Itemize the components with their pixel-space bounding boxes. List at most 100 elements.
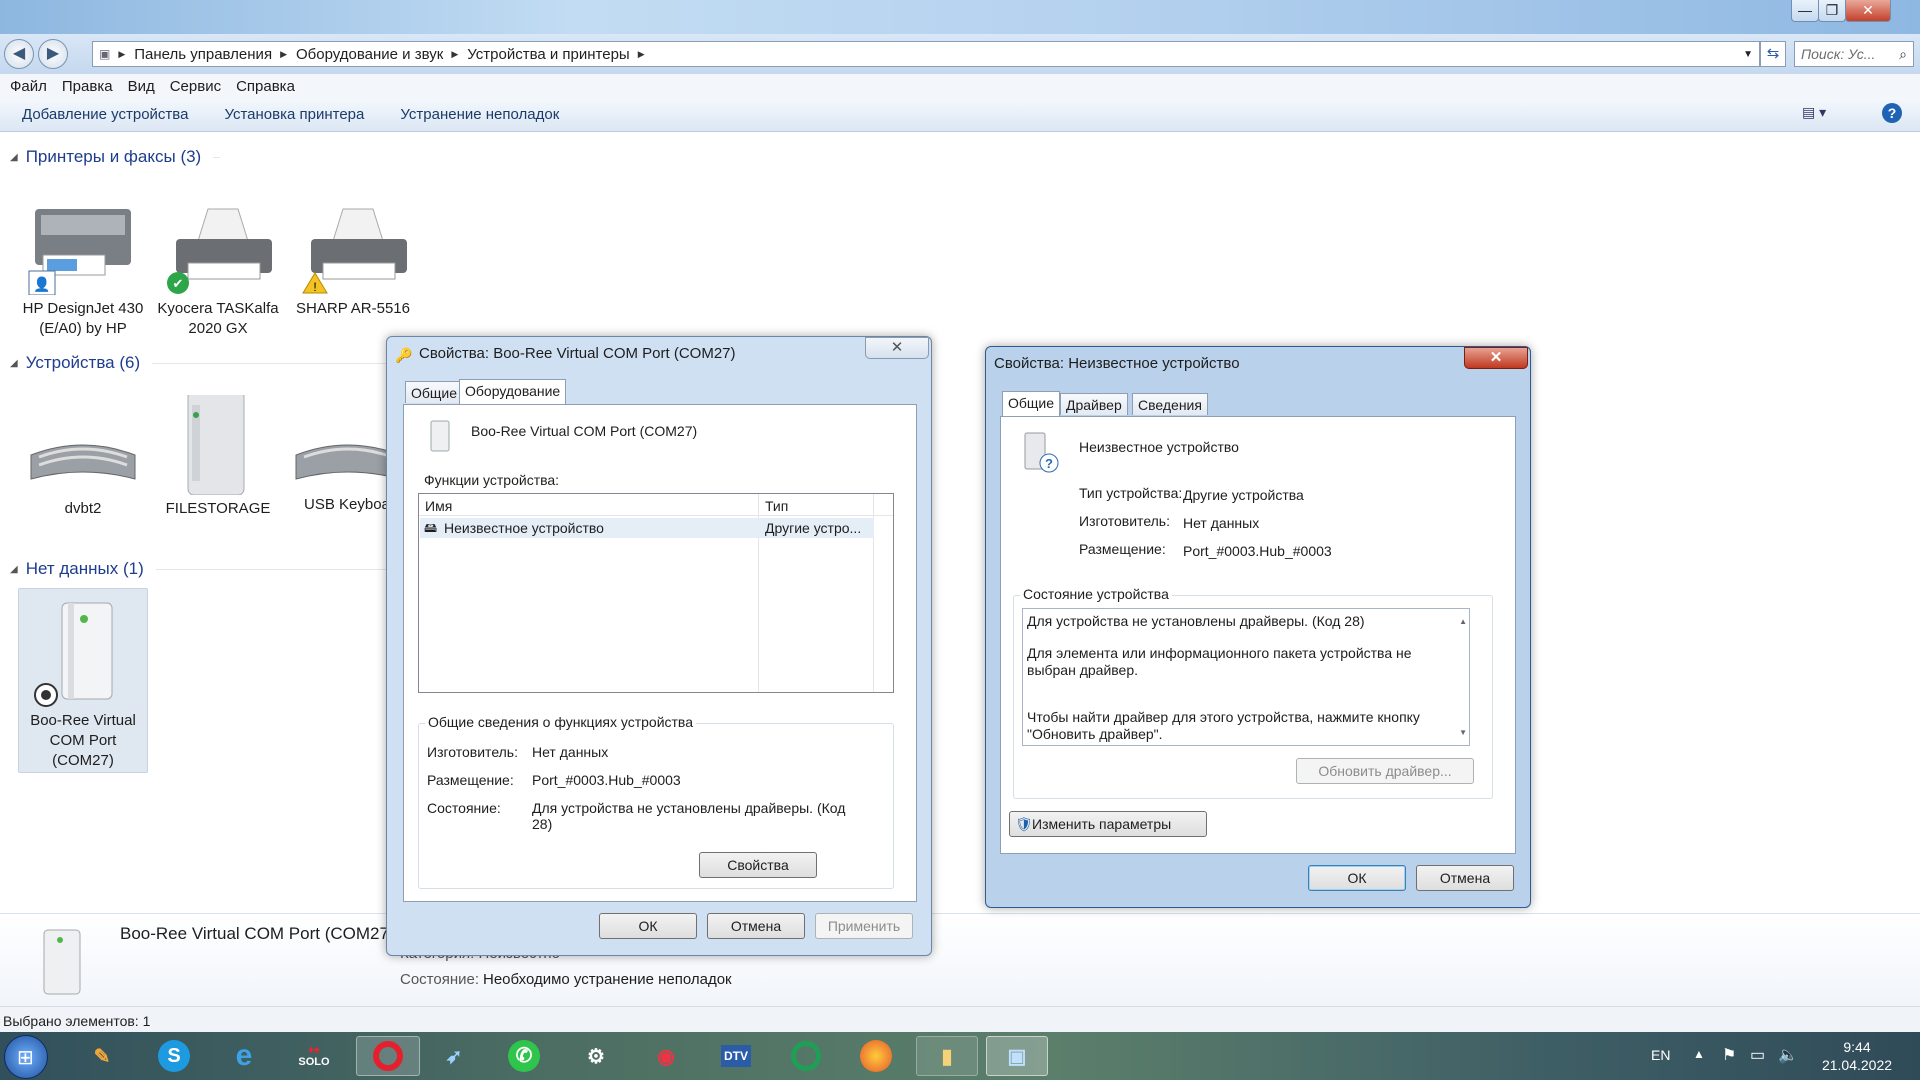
menu-tools[interactable]: Сервис — [170, 78, 221, 95]
address-row: ◀ ▶ ▣ ▶ Панель управления ▶ Оборудование и… — [0, 34, 1920, 74]
taskbar-app-eye-icon[interactable]: ◉ — [642, 1036, 690, 1076]
add-printer-button[interactable]: Установка принтера — [224, 106, 364, 123]
window-titlebar — [0, 0, 1920, 34]
device-status-group: Состояние устройства Для устройства не у… — [1013, 586, 1493, 799]
column-name[interactable]: Имя — [425, 498, 452, 514]
dialog-close-button[interactable]: ✕ — [865, 337, 929, 359]
taskbar-ie-icon[interactable]: e — [220, 1036, 268, 1076]
address-dropdown-icon[interactable]: ▼ — [1743, 49, 1753, 60]
cancel-button[interactable]: Отмена — [707, 913, 805, 939]
taskbar-app-green-icon[interactable] — [782, 1036, 830, 1076]
taskbar-opera-icon[interactable] — [356, 1036, 420, 1076]
unknown-device-icon: ? — [1024, 432, 1059, 473]
printer-hp-designjet[interactable]: 👤 HP DesignJet 430 (E/A0) by HP — [18, 195, 148, 339]
refresh-icon[interactable]: ⇆ — [1760, 41, 1786, 67]
close-button[interactable]: ✕ — [1845, 0, 1891, 22]
dialog-com-port-properties: 🔑 Свойства: Boo-Ree Virtual COM Port (CO… — [386, 336, 932, 956]
printer-sharp[interactable]: ! SHARP AR-5516 — [288, 195, 418, 319]
windows-logo-icon: ⊞ — [17, 1047, 34, 1069]
menu-edit[interactable]: Правка — [62, 78, 113, 95]
language-indicator[interactable]: EN — [1651, 1047, 1670, 1063]
group-nodata[interactable]: ◢ Нет данных (1) — [10, 559, 396, 579]
minimize-button[interactable]: — — [1791, 0, 1819, 22]
address-bar[interactable]: ▣ ▶ Панель управления ▶ Оборудование и зву… — [92, 41, 1760, 67]
group-devices[interactable]: ◢ Устройства (6) — [10, 353, 396, 373]
taskbar-firefox-icon[interactable] — [852, 1036, 900, 1076]
svg-text:!: ! — [313, 280, 316, 294]
search-icon[interactable]: ⌕ — [1899, 46, 1907, 62]
change-view-icon[interactable]: ▤ ▾ — [1802, 104, 1826, 121]
change-settings-button[interactable]: 🛡 Изменить параметры — [1009, 811, 1207, 837]
group-printers[interactable]: ◢ Принтеры и факсы (3) — [10, 147, 220, 167]
dialog-close-button[interactable]: ✕ — [1464, 347, 1528, 369]
tab-driver[interactable]: Драйвер — [1060, 393, 1128, 415]
tab-details[interactable]: Сведения — [1132, 393, 1208, 415]
back-button[interactable]: ◀ — [4, 39, 34, 69]
menu-view[interactable]: Вид — [128, 78, 155, 95]
collapse-arrow-icon[interactable]: ◢ — [10, 358, 18, 369]
scroll-up-icon[interactable]: ▲ — [1459, 613, 1467, 630]
tab-hardware[interactable]: Оборудование — [459, 379, 567, 405]
action-center-icon[interactable]: ⚑ — [1722, 1045, 1736, 1065]
properties-button[interactable]: Свойства — [699, 852, 817, 878]
collapse-arrow-icon[interactable]: ◢ — [10, 152, 18, 163]
taskbar-app-dtv-icon[interactable]: DTV — [712, 1036, 760, 1076]
taskbar-whatsapp-icon[interactable]: ✆ — [500, 1036, 548, 1076]
printer-kyocera[interactable]: ✔ Kyocera TASKalfa 2020 GX — [153, 195, 283, 339]
printer-icon: ✔ — [167, 208, 272, 294]
device-filestorage[interactable]: FILESTORAGE — [153, 395, 283, 519]
breadcrumb-devices-printers[interactable]: Устройства и принтеры — [467, 46, 629, 63]
tray-expand-icon[interactable]: ▲ — [1693, 1047, 1705, 1061]
dialog-unknown-device-properties: Свойства: Неизвестное устройство ✕ Общие… — [985, 346, 1531, 908]
svg-text:✔: ✔ — [173, 276, 184, 291]
scroll-down-icon[interactable]: ▼ — [1459, 724, 1467, 741]
troubleshoot-button[interactable]: Устранение неполадок — [400, 106, 559, 123]
search-input[interactable]: Поиск: Ус... ⌕ — [1794, 41, 1914, 67]
ok-button[interactable]: ОК — [1308, 865, 1406, 891]
device-usb-keyboard[interactable]: USB Keyboa — [288, 395, 388, 515]
menu-file[interactable]: Файл — [10, 78, 47, 95]
table-row[interactable]: 🖴 Неизвестное устройство Другие устро... — [420, 518, 874, 538]
shield-icon: 🛡 — [1015, 816, 1033, 832]
functions-list[interactable]: Имя Тип 🖴 Неизвестное устройство Другие … — [418, 493, 894, 693]
details-status-label: Состояние: — [400, 971, 480, 988]
taskbar-app-bird-icon[interactable]: ➶ — [430, 1036, 478, 1076]
device-dvbt2[interactable]: dvbt2 — [18, 395, 148, 519]
collapse-arrow-icon[interactable]: ◢ — [10, 564, 18, 575]
unknown-device-icon: 🖴 — [424, 520, 438, 535]
status-bar: Выбрано элементов: 1 — [0, 1006, 1920, 1032]
taskbar-explorer-icon[interactable]: ▮ — [916, 1036, 978, 1076]
device-icon — [43, 929, 81, 995]
maximize-button[interactable]: ❐ — [1818, 0, 1846, 22]
device-boo-ree-selected[interactable]: Boo-Ree Virtual COM Port (COM27) — [18, 588, 148, 773]
svg-text:👤: 👤 — [33, 276, 50, 293]
cancel-button[interactable]: Отмена — [1416, 865, 1514, 891]
menu-bar: Файл Правка Вид Сервис Справка — [0, 74, 1920, 98]
ok-button[interactable]: ОК — [599, 913, 697, 939]
volume-icon[interactable]: 🔈 — [1778, 1045, 1798, 1065]
network-icon[interactable]: ▭ — [1750, 1045, 1765, 1065]
tab-general[interactable]: Общие — [1002, 391, 1061, 417]
taskbar-app-network-icon[interactable]: ⚙ — [572, 1036, 620, 1076]
svg-text:?: ? — [1045, 456, 1053, 471]
column-type[interactable]: Тип — [765, 498, 788, 514]
help-icon[interactable]: ? — [1882, 103, 1902, 123]
start-button[interactable]: ⊞ — [4, 1035, 48, 1079]
clock[interactable]: 9:44 21.04.2022 — [1812, 1038, 1902, 1074]
apply-button[interactable]: Применить — [815, 913, 913, 939]
menu-help[interactable]: Справка — [236, 78, 295, 95]
printer-icon: ! — [302, 208, 407, 294]
update-driver-button[interactable]: Обновить драйвер... — [1296, 758, 1474, 784]
taskbar-app-paint-icon[interactable]: ✎ — [78, 1036, 126, 1076]
tab-general[interactable]: Общие — [405, 381, 464, 403]
keyboard-icon — [295, 444, 388, 480]
taskbar-solo-icon[interactable]: ♦♠ SOLO — [290, 1036, 338, 1076]
breadcrumb-control-panel[interactable]: Панель управления — [134, 46, 272, 63]
taskbar-control-panel-icon[interactable]: ▣ — [986, 1036, 1048, 1076]
forward-button[interactable]: ▶ — [38, 39, 68, 69]
add-device-button[interactable]: Добавление устройства — [22, 106, 188, 123]
taskbar-skype-icon[interactable]: S — [150, 1036, 198, 1076]
status-textbox[interactable]: Для устройства не установлены драйверы. … — [1022, 608, 1470, 746]
breadcrumb-hardware-sound[interactable]: Оборудование и звук — [296, 46, 443, 63]
keyboard-icon — [30, 444, 136, 480]
